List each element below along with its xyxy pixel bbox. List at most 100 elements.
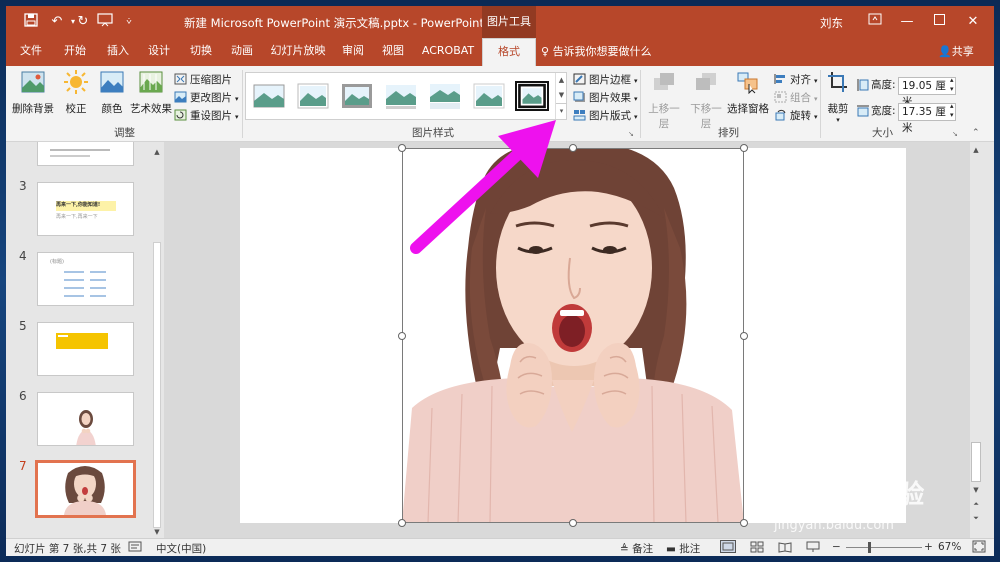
scroll-up-icon[interactable]: ▲ (151, 146, 163, 158)
resize-handle-top-left[interactable] (398, 144, 406, 152)
share-button[interactable]: 👤共享 (938, 38, 974, 66)
slide-thumbnail-3[interactable]: 再来一下,你能知道! 再来一下,再来一下 (37, 182, 134, 236)
collapse-ribbon-icon[interactable]: ⌃ (972, 128, 980, 138)
picture-style-2[interactable] (296, 81, 330, 111)
tab-home[interactable]: 开始 (58, 38, 92, 66)
send-backward-icon (696, 73, 716, 90)
share-label: 共享 (951, 45, 974, 58)
tab-transitions[interactable]: 切换 (184, 38, 218, 66)
watermark-brand: Baidu 经验 (770, 474, 924, 511)
zoom-slider[interactable] (846, 547, 922, 548)
corrections-button[interactable]: 校正 (58, 70, 94, 116)
picture-style-4[interactable] (384, 81, 418, 111)
picture-style-7-selected[interactable] (515, 81, 549, 111)
resize-handle-right[interactable] (740, 332, 748, 340)
scroll-down-icon[interactable]: ▼ (151, 526, 163, 538)
picture-border-button[interactable]: 图片边框 ▾ (573, 72, 638, 89)
tab-format[interactable]: 格式 (482, 38, 536, 66)
slide-thumbnail-5[interactable] (37, 322, 134, 376)
scroll-thumb[interactable] (153, 242, 161, 528)
dialog-launcher-icon[interactable]: ↘ (628, 130, 634, 138)
compress-pictures-button[interactable]: 压缩图片 (174, 72, 232, 89)
selection-pane-button[interactable]: 选择窗格 (726, 70, 770, 116)
slide-thumbnail-2[interactable] (37, 142, 134, 166)
height-spinner-icon[interactable]: ▴ ▾ (950, 76, 954, 94)
zoom-slider-thumb[interactable] (868, 542, 871, 553)
reset-picture-button[interactable]: 重设图片 ▾ (174, 108, 239, 125)
slideshow-view-icon[interactable] (806, 541, 820, 556)
gallery-scrollbar[interactable]: ▲ ▼ ▾ (555, 73, 567, 119)
tab-view[interactable]: 视图 (376, 38, 410, 66)
width-spinner-icon[interactable]: ▴ ▾ (950, 102, 954, 120)
picture-layout-button[interactable]: 图片版式 ▾ (573, 108, 638, 125)
slide-number-5: 5 (19, 319, 27, 333)
zoom-in-icon[interactable]: + (924, 541, 933, 553)
picture-style-1[interactable] (252, 81, 286, 111)
picture-style-5[interactable] (428, 81, 462, 111)
notes-button[interactable]: ≜ 备注 (620, 541, 653, 556)
minimize-icon[interactable]: — (890, 10, 924, 34)
slide-thumbnail-4[interactable]: (标题) (37, 252, 134, 306)
tab-acrobat[interactable]: ACROBAT (420, 38, 476, 66)
color-button[interactable]: 颜色 (94, 70, 130, 116)
spell-check-icon[interactable] (128, 541, 142, 555)
dropdown-arrow-icon: ▾ (634, 77, 638, 85)
gallery-down-icon[interactable]: ▼ (556, 88, 567, 103)
dropdown-arrow-icon: ▾ (235, 113, 239, 121)
resize-handle-left[interactable] (398, 332, 406, 340)
dialog-launcher-icon[interactable]: ↘ (952, 130, 958, 138)
save-icon[interactable] (22, 13, 40, 31)
picture-style-6[interactable] (472, 81, 506, 111)
tab-design[interactable]: 设计 (142, 38, 176, 66)
slide-thumbnail-7-active[interactable] (35, 460, 136, 518)
tab-animations[interactable]: 动画 (225, 38, 259, 66)
zoom-level[interactable]: 67% (938, 541, 961, 553)
close-icon[interactable]: ✕ (956, 10, 990, 34)
comments-button[interactable]: ▬ 批注 (666, 541, 700, 556)
normal-view-icon[interactable] (720, 540, 736, 556)
picture-effects-button[interactable]: 图片效果 ▾ (573, 90, 638, 107)
picture-style-3[interactable] (340, 81, 374, 111)
ribbon-display-options-icon[interactable] (858, 10, 892, 34)
crop-icon (828, 72, 847, 92)
remove-background-button[interactable]: 删除背景 (12, 70, 54, 116)
tell-me-search[interactable]: ♀ 告诉我你想要做什么 (541, 38, 652, 66)
customize-qat-icon[interactable]: ⩒ (120, 13, 138, 31)
user-name[interactable]: 刘东 (820, 15, 843, 31)
group-button[interactable]: 组合 ▾ (774, 90, 818, 107)
slide-sorter-icon[interactable] (750, 541, 764, 556)
zoom-out-icon[interactable]: − (832, 541, 841, 553)
redo-icon[interactable]: ↻ (74, 13, 92, 31)
slide-thumbnail-6[interactable] (37, 392, 134, 446)
width-input[interactable]: 17.35 厘米 (898, 103, 956, 134)
tab-file[interactable]: 文件 (14, 38, 48, 66)
height-input[interactable]: 19.05 厘米 (898, 77, 956, 108)
resize-handle-bottom-right[interactable] (740, 519, 748, 527)
corrections-label: 校正 (65, 103, 87, 115)
gallery-up-icon[interactable]: ▲ (556, 73, 567, 88)
resize-handle-top[interactable] (569, 144, 577, 152)
tab-insert[interactable]: 插入 (101, 38, 135, 66)
align-icon (774, 74, 785, 84)
tab-slideshow[interactable]: 幻灯片放映 (266, 38, 330, 66)
bring-forward-button[interactable]: 上移一层 (644, 70, 684, 131)
resize-handle-bottom[interactable] (569, 519, 577, 527)
rotate-button[interactable]: 旋转 ▾ (774, 108, 818, 125)
artistic-effects-button[interactable]: 艺术效果 (130, 70, 172, 116)
send-backward-button[interactable]: 下移一层 (686, 70, 726, 131)
language[interactable]: 中文(中国) (156, 541, 206, 556)
scroll-up-icon[interactable]: ▲ (970, 144, 982, 156)
maximize-icon[interactable] (922, 10, 956, 34)
slideshow-icon[interactable] (96, 13, 114, 31)
slides-pane-scrollbar[interactable]: ▲ ▼ (151, 142, 163, 538)
picture-styles-gallery[interactable]: ▲ ▼ ▾ (245, 72, 567, 120)
crop-button[interactable]: 裁剪 ▾ (823, 70, 853, 124)
tab-review[interactable]: 审阅 (336, 38, 370, 66)
resize-handle-top-right[interactable] (740, 144, 748, 152)
resize-handle-bottom-left[interactable] (398, 519, 406, 527)
selection-pane-label: 选择窗格 (727, 103, 769, 115)
align-button[interactable]: 对齐 ▾ (774, 72, 818, 89)
fit-to-window-icon[interactable] (972, 540, 986, 556)
change-picture-button[interactable]: 更改图片 ▾ (174, 90, 239, 107)
reading-view-icon[interactable] (778, 541, 792, 556)
